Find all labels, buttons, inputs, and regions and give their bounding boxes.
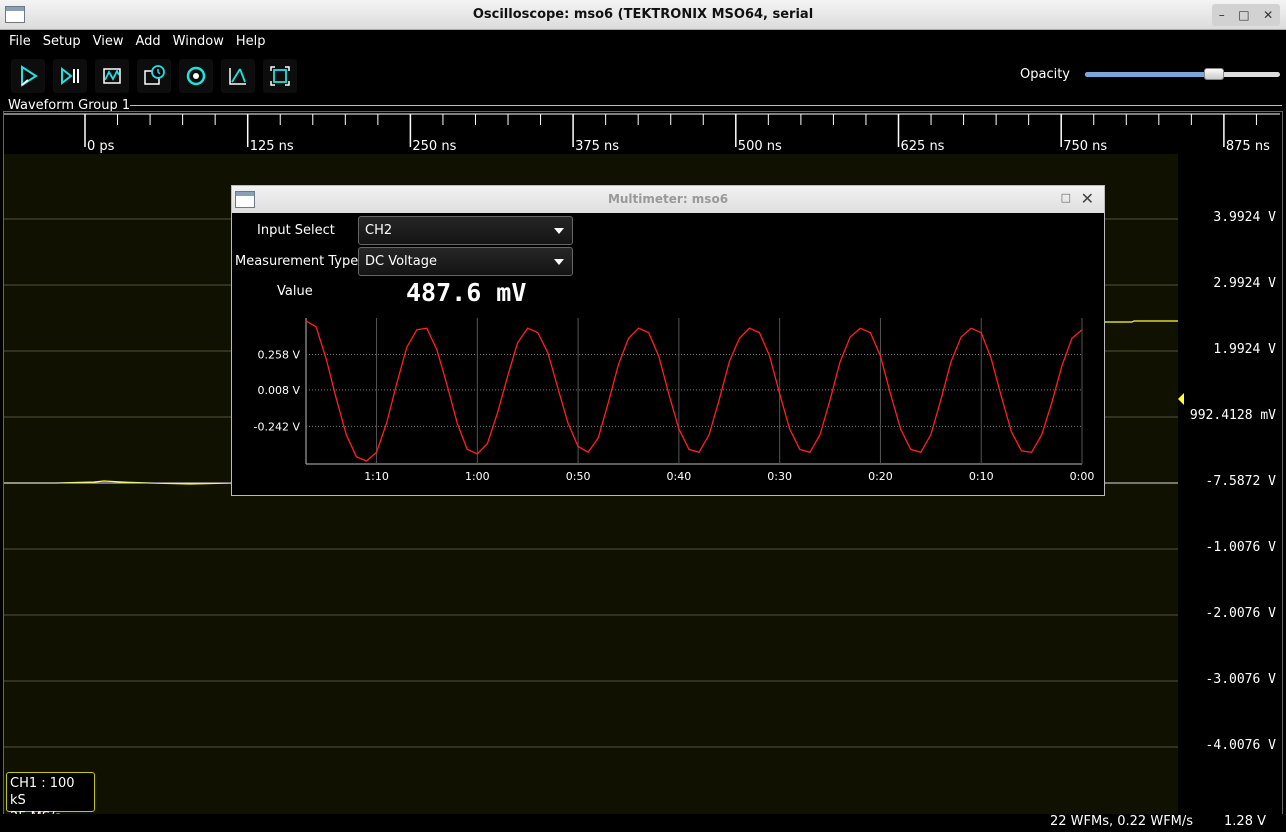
y-axis-label: -4.0076 V xyxy=(1205,738,1276,753)
status-wfm-rate: 22 WFMs, 0.22 WFM/s xyxy=(1050,814,1194,829)
single-trigger-button[interactable] xyxy=(53,59,87,93)
timeline-ruler: 0 ps 125 ns 250 ns 375 ns 500 ns 625 ns 750 ns… xyxy=(4,113,1280,153)
chart-x-tick-label: 0:30 xyxy=(767,470,792,481)
timeline-label: 0 ps xyxy=(87,139,115,153)
menu-help[interactable]: Help xyxy=(230,34,272,49)
input-select-label: Input Select xyxy=(257,223,335,238)
value-label: Value xyxy=(277,284,313,299)
fullscreen-button[interactable] xyxy=(263,59,297,93)
menu-window[interactable]: Window xyxy=(167,34,230,49)
timeline-label: 125 ns xyxy=(250,139,294,153)
fullscreen-icon xyxy=(270,66,290,86)
chart-series-line xyxy=(305,320,1083,462)
input-select-value: CH2 xyxy=(365,223,393,238)
history-button[interactable] xyxy=(137,59,171,93)
close-icon[interactable]: ✕ xyxy=(1263,8,1273,22)
multimeter-dialog: Multimeter: mso6 □ ✕ Input Select CH2 Me… xyxy=(231,185,1105,496)
timeline-label: 625 ns xyxy=(901,139,945,153)
history-icon xyxy=(144,65,165,85)
timeline-label: 500 ns xyxy=(738,139,782,153)
channel-name-rate: CH1 : 100 kS xyxy=(10,776,75,808)
chart-x-tick-label: 1:00 xyxy=(465,470,490,481)
y-axis-label: 3.9924 V xyxy=(1213,210,1276,225)
measure-button[interactable] xyxy=(221,59,255,93)
y-axis-label: -3.0076 V xyxy=(1205,672,1276,687)
timeline-label: 250 ns xyxy=(412,139,456,153)
window-titlebar[interactable]: Oscilloscope: mso6 (TEKTRONIX MSO64, ser… xyxy=(0,0,1286,30)
timeline-label: 750 ns xyxy=(1063,139,1107,153)
chart-x-tick-label: 1:10 xyxy=(364,470,389,481)
chart-y-tick-label: 0.258 V xyxy=(257,349,300,362)
menu-bar: File Setup View Add Window Help xyxy=(0,30,1286,52)
chart-x-tick-label: 0:20 xyxy=(868,470,893,481)
y-axis[interactable]: 3.9924 V 2.9924 V 1.9924 V 992.4128 mV -7.58… xyxy=(1178,154,1282,814)
timeline-label: 875 ns xyxy=(1226,139,1270,153)
toolbar: Opacity xyxy=(0,52,1286,98)
window-controls: – □ ✕ xyxy=(1212,4,1280,26)
start-trigger-button[interactable] xyxy=(11,59,45,93)
menu-view[interactable]: View xyxy=(87,34,130,49)
y-axis-label: -7.5872 V xyxy=(1205,474,1276,489)
chevron-down-icon xyxy=(554,259,564,265)
measurement-type-value: DC Voltage xyxy=(365,254,437,269)
maximize-icon[interactable]: □ xyxy=(1238,8,1249,22)
y-axis-label: -1.0076 V xyxy=(1205,540,1276,555)
multimeter-value: 487.6 mV xyxy=(406,278,527,307)
measurement-type-combo[interactable]: DC Voltage xyxy=(358,247,573,276)
y-axis-label: 992.4128 mV xyxy=(1189,408,1276,423)
chart-y-tick-label: -0.242 V xyxy=(254,420,301,433)
group-divider xyxy=(130,105,1282,106)
y-axis-label: -2.0076 V xyxy=(1205,606,1276,621)
measurement-type-label: Measurement Type xyxy=(235,254,359,269)
opacity-slider[interactable] xyxy=(1085,68,1280,80)
y-axis-label: 2.9924 V xyxy=(1213,276,1276,291)
y-axis-label: 1.9924 V xyxy=(1213,342,1276,357)
multimeter-titlebar[interactable]: Multimeter: mso6 □ ✕ xyxy=(232,186,1104,213)
ch1-trace-right xyxy=(1104,320,1178,323)
channel-badge[interactable]: CH1 : 100 kS 25 MS/s xyxy=(6,772,95,825)
chart-x-tick-label: 0:40 xyxy=(667,470,692,481)
minimize-icon[interactable]: – xyxy=(1219,8,1225,22)
maximize-icon[interactable]: □ xyxy=(1061,191,1071,204)
chart-x-tick-label: 0:50 xyxy=(566,470,591,481)
close-icon[interactable]: ✕ xyxy=(1081,189,1094,208)
refresh-button[interactable] xyxy=(179,59,213,93)
status-voltage: 1.28 V xyxy=(1224,814,1266,829)
timeline-label: 375 ns xyxy=(575,139,619,153)
multimeter-title: Multimeter: mso6 xyxy=(607,192,729,206)
refresh-icon xyxy=(186,66,206,86)
trigger-level-marker[interactable] xyxy=(1178,393,1184,405)
opacity-slider-handle[interactable] xyxy=(1203,68,1224,80)
window-title: Oscilloscope: mso6 (TEKTRONIX MSO64, ser… xyxy=(472,7,814,22)
chart-x-tick-label: 0:00 xyxy=(1070,470,1095,481)
input-select-combo[interactable]: CH2 xyxy=(358,216,573,245)
timeline[interactable]: 0 ps 125 ns 250 ns 375 ns 500 ns 625 ns 750 ns… xyxy=(4,113,1280,153)
menu-add[interactable]: Add xyxy=(129,34,166,49)
single-trigger-icon xyxy=(61,66,79,86)
menu-setup[interactable]: Setup xyxy=(37,34,87,49)
waveform-icon xyxy=(103,68,121,84)
start-trigger-icon xyxy=(21,65,38,87)
chevron-down-icon xyxy=(554,228,564,234)
chart-y-tick-label: 0.008 V xyxy=(257,384,300,397)
opacity-slider-fill xyxy=(1085,72,1214,77)
chart-x-tick-label: 0:10 xyxy=(969,470,994,481)
measure-icon xyxy=(229,68,246,85)
status-bar: 22 WFMs, 0.22 WFM/s 1.28 V xyxy=(0,814,1286,832)
multimeter-history-chart: 0.258 V 0.008 V -0.242 V 1:10 1:00 0:50 0:40 0:… xyxy=(254,318,1095,481)
opacity-label: Opacity xyxy=(1020,67,1071,82)
menu-file[interactable]: File xyxy=(3,34,37,49)
waveform-button[interactable] xyxy=(95,59,129,93)
